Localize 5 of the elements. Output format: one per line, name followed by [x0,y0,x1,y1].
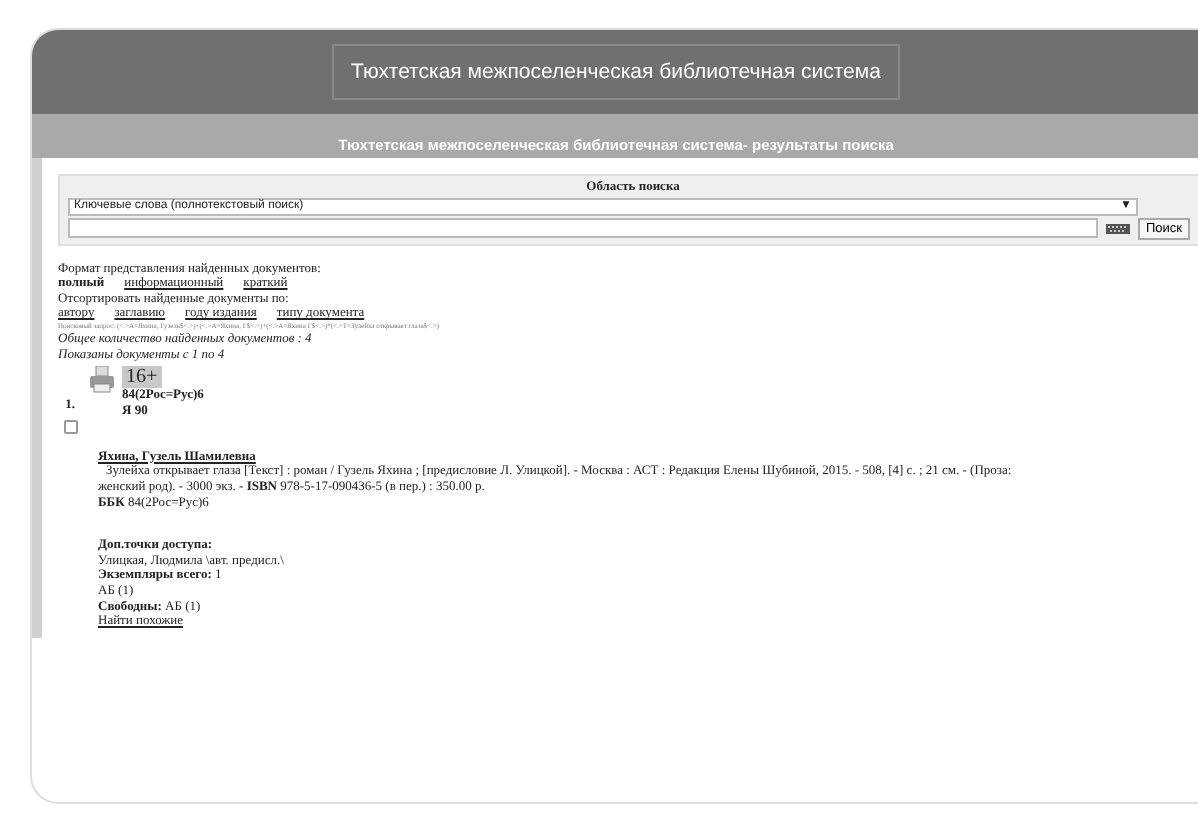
site-title: Тюхтетская межпоселенческая библиотечная система [331,44,901,100]
keyboard-icon[interactable] [1105,223,1130,234]
age-rating: 16+ [122,366,162,389]
select-checkbox[interactable] [63,419,77,434]
printer-icon[interactable] [88,366,116,395]
